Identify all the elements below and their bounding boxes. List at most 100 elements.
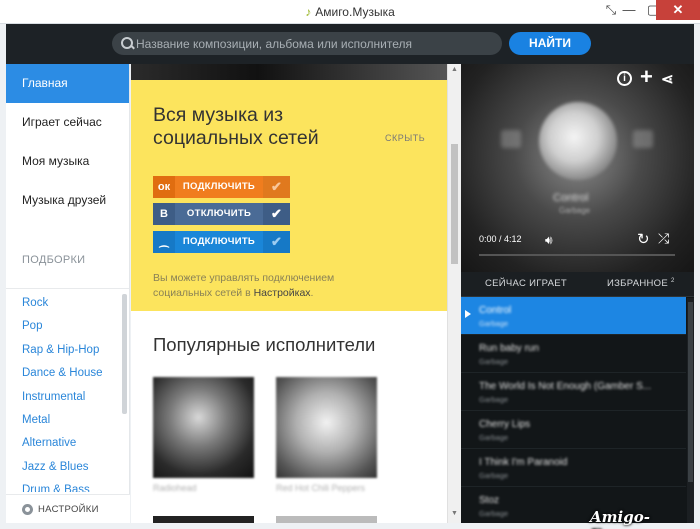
gear-icon <box>22 504 33 515</box>
album-cover <box>539 102 617 180</box>
scrollbar-thumb[interactable] <box>688 302 693 482</box>
social-heading: Вся музыка из социальных сетей <box>153 104 319 149</box>
previous-track-icon[interactable] <box>501 130 521 148</box>
track-title: Stoz <box>479 495 500 506</box>
add-icon[interactable]: + <box>640 66 653 88</box>
sidebar-scrollbar[interactable] <box>122 294 127 414</box>
tab-favorites[interactable]: ИЗБРАННОЕ 2 <box>607 278 675 289</box>
sidebar-item-now-playing[interactable]: Играет сейчас <box>6 103 129 142</box>
tab-now-playing[interactable]: СЕЙЧАС ИГРАЕТ <box>485 278 567 289</box>
artist-card-image[interactable] <box>153 377 254 478</box>
next-track-icon[interactable] <box>633 130 653 148</box>
connect-label: ПОДКЛЮЧИТЬ <box>182 236 256 247</box>
collections-heading: ПОДБОРКИ <box>22 254 86 266</box>
genre-rock[interactable]: Rock <box>6 292 130 315</box>
track-title: Cherry Lips <box>479 419 531 430</box>
track-artist: Garbage <box>479 357 509 366</box>
scroll-up-arrow-icon[interactable]: ▲ <box>451 66 458 73</box>
sidebar: Главная Играет сейчас Моя музыка Музыка … <box>6 64 130 523</box>
track-artist: Garbage <box>479 509 509 518</box>
sidebar-item-my-music[interactable]: Моя музыка <box>6 142 129 181</box>
close-button[interactable]: ✕ <box>656 0 700 20</box>
window-title: ♪ Амиго.Музыка <box>305 5 395 19</box>
popular-artists-heading: Популярные исполнители <box>153 334 376 355</box>
playlist: Control Garbage Run baby run Garbage The… <box>461 297 694 523</box>
scroll-down-arrow-icon[interactable]: ▼ <box>451 510 458 517</box>
mailru-icon: ⁔ <box>153 231 175 253</box>
find-button[interactable]: НАЙТИ <box>509 32 591 55</box>
track-artist: Garbage <box>479 471 509 480</box>
search-input[interactable] <box>136 35 486 52</box>
title-bar: ♪ Амиго.Музыка ⤡ — ▢ ✕ <box>0 0 700 24</box>
connect-odnoklassniki-button[interactable]: ок ПОДКЛЮЧИТЬ ✔ <box>153 176 290 198</box>
genre-metal[interactable]: Metal <box>6 409 130 432</box>
track-title: Run baby run <box>479 343 540 354</box>
scrollbar-thumb[interactable] <box>451 144 458 264</box>
player-panel: Control Garbage i + ⋖ 0:00 / 4:12 🔊︎ ↻ ⤮… <box>461 64 694 523</box>
artist-name[interactable]: Red Hot Chili Peppers <box>276 483 365 493</box>
main-content: Вся музыка из социальных сетей СКРЫТЬ ок… <box>131 64 447 523</box>
social-connect-panel: Вся музыка из социальных сетей СКРЫТЬ ок… <box>131 80 447 311</box>
disconnect-label: ОТКЛЮЧИТЬ <box>186 208 252 219</box>
disconnect-vkontakte-button[interactable]: В ОТКЛЮЧИТЬ ✔ <box>153 203 290 225</box>
connect-mailru-button[interactable]: ⁔ ПОДКЛЮЧИТЬ ✔ <box>153 231 290 253</box>
genre-drum-bass[interactable]: Drum & Bass <box>6 479 130 492</box>
header: НАЙТИ <box>6 24 694 64</box>
repeat-icon[interactable]: ↻ <box>637 230 650 248</box>
genre-jazz-blues[interactable]: Jazz & Blues <box>6 456 130 479</box>
minimize-button[interactable]: — <box>616 0 642 20</box>
genre-dance-house[interactable]: Dance & House <box>6 362 130 385</box>
genre-pop[interactable]: Pop <box>6 315 130 338</box>
genre-rap-hip-hop[interactable]: Rap & Hip-Hop <box>6 339 130 362</box>
playlist-item[interactable]: I Think I'm Paranoid Garbage <box>461 449 686 487</box>
share-icon[interactable]: ⋖ <box>661 70 674 88</box>
sidebar-divider <box>6 288 129 289</box>
playlist-item[interactable]: The World Is Not Enough (Gamber S... Gar… <box>461 373 686 411</box>
player-tabs: СЕЙЧАС ИГРАЕТ ИЗБРАННОЕ 2 <box>461 272 694 296</box>
watermark: Amigo-Free.ru <box>590 508 651 529</box>
track-title: I Think I'm Paranoid <box>479 457 568 468</box>
playback-time: 0:00 / 4:12 <box>479 234 522 244</box>
genre-alternative[interactable]: Alternative <box>6 432 130 455</box>
track-title: Control <box>479 305 512 316</box>
hide-link[interactable]: СКРЫТЬ <box>385 133 425 143</box>
playlist-item[interactable]: Run baby run Garbage <box>461 335 686 373</box>
track-artist: Garbage <box>479 319 509 328</box>
sidebar-item-home[interactable]: Главная <box>6 64 129 103</box>
settings-inline-link[interactable]: Настройках <box>254 287 311 299</box>
volume-icon[interactable]: 🔊︎ <box>545 233 553 248</box>
artist-card-image[interactable] <box>153 516 254 523</box>
track-artist: Garbage <box>479 433 509 442</box>
artist-card-image[interactable] <box>276 377 377 478</box>
playlist-item[interactable]: Control Garbage <box>461 297 686 335</box>
settings-link[interactable]: НАСТРОЙКИ <box>6 494 130 523</box>
vkontakte-icon: В <box>153 203 175 225</box>
play-icon <box>465 310 471 318</box>
check-icon: ✔ <box>263 203 290 225</box>
favorites-count: 2 <box>670 278 675 284</box>
settings-label: НАСТРОЙКИ <box>38 504 99 515</box>
album-art: Control Garbage <box>461 64 694 292</box>
artist-name[interactable]: Radiohead <box>153 483 197 493</box>
banner-image <box>131 64 447 80</box>
main-scrollbar[interactable]: ▲ ▼ <box>447 64 461 523</box>
search-icon <box>120 36 134 50</box>
sidebar-item-friends-music[interactable]: Музыка друзей <box>6 181 129 220</box>
genre-instrumental[interactable]: Instrumental <box>6 386 130 409</box>
now-playing-artist: Garbage <box>559 206 591 215</box>
app-logo-icon: ♪ <box>305 5 312 19</box>
track-artist: Garbage <box>479 395 509 404</box>
progress-bar[interactable] <box>479 254 675 256</box>
playlist-scrollbar[interactable] <box>687 298 694 523</box>
track-title: The World Is Not Enough (Gamber S... <box>479 381 652 392</box>
search-box[interactable] <box>112 32 502 55</box>
now-playing-title: Control <box>553 192 589 204</box>
odnoklassniki-icon: ок <box>153 176 175 198</box>
artist-card-image[interactable] <box>276 516 377 523</box>
playlist-item[interactable]: Cherry Lips Garbage <box>461 411 686 449</box>
check-icon: ✔ <box>263 176 290 198</box>
shuffle-icon[interactable]: ⤮ <box>658 230 669 247</box>
info-icon[interactable]: i <box>617 71 632 86</box>
genre-list: Rock Pop Rap & Hip-Hop Dance & House Ins… <box>6 292 130 492</box>
connect-label: ПОДКЛЮЧИТЬ <box>182 181 256 192</box>
